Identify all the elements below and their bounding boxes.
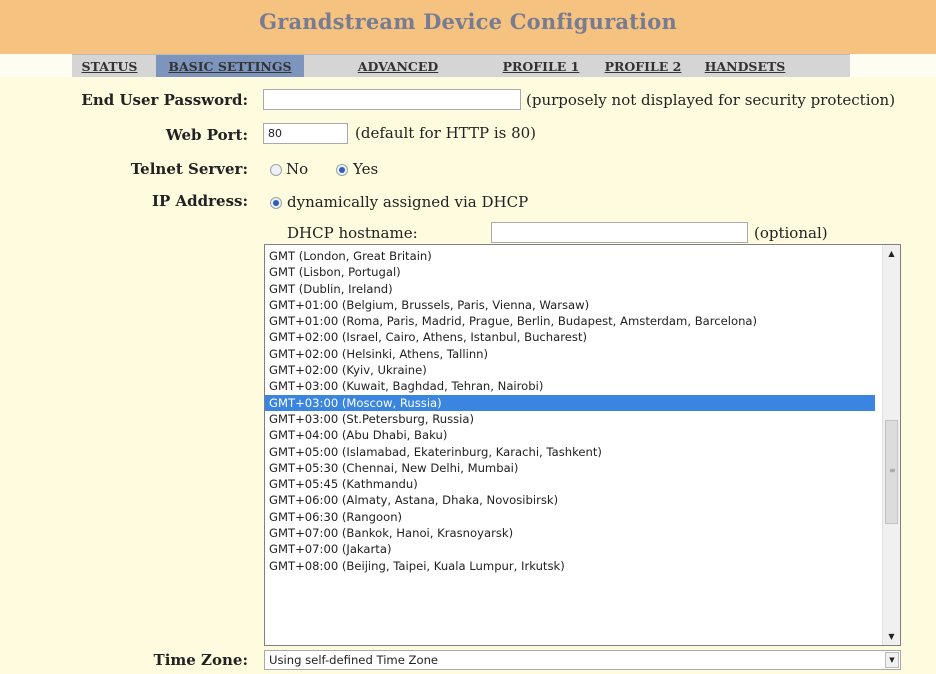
- web-port-note: (default for HTTP is 80): [355, 124, 537, 142]
- time-zone-option[interactable]: GMT+05:00 (Islamabad, Ekaterinburg, Kara…: [265, 444, 875, 460]
- time-zone-option[interactable]: GMT+06:30 (Rangoon): [265, 509, 875, 525]
- telnet-label: Telnet Server:: [130, 160, 248, 178]
- time-zone-option[interactable]: GMT+03:00 (St.Petersburg, Russia): [265, 411, 875, 427]
- telnet-yes-radio[interactable]: [336, 164, 348, 176]
- tab-bar: STATUS BASIC SETTINGS ADVANCED SETTINGS …: [72, 54, 850, 97]
- time-zone-option[interactable]: GMT+02:00 (Israel, Cairo, Athens, Istanb…: [265, 329, 875, 345]
- dhcp-hostname-note: (optional): [754, 224, 828, 242]
- password-label: End User Password:: [81, 91, 248, 109]
- time-zone-selected-value: Using self-defined Time Zone: [269, 653, 439, 667]
- tab-status[interactable]: STATUS: [72, 55, 147, 77]
- down-arrow-icon[interactable]: ▼: [883, 628, 900, 645]
- web-port-label: Web Port:: [165, 126, 248, 144]
- time-zone-option[interactable]: GMT (Dublin, Ireland): [265, 281, 875, 297]
- time-zone-option[interactable]: GMT+06:00 (Almaty, Astana, Dhaka, Novosi…: [265, 492, 875, 508]
- dhcp-hostname-field[interactable]: [491, 222, 748, 243]
- time-zone-option[interactable]: GMT+03:00 (Kuwait, Baghdad, Tehran, Nair…: [265, 378, 875, 394]
- tab-advanced-settings[interactable]: ADVANCED SETTINGS: [324, 55, 472, 97]
- scroll-thumb[interactable]: ≡: [885, 420, 898, 524]
- dhcp-hostname-label: DHCP hostname:: [287, 224, 418, 242]
- tab-basic-settings[interactable]: BASIC SETTINGS: [156, 55, 304, 77]
- time-zone-option[interactable]: GMT (London, Great Britain): [265, 248, 875, 264]
- time-zone-option[interactable]: GMT+01:00 (Belgium, Brussels, Paris, Vie…: [265, 297, 875, 313]
- time-zone-option[interactable]: GMT+04:00 (Abu Dhabi, Baku): [265, 427, 875, 443]
- ip-dhcp-label: dynamically assigned via DHCP: [287, 193, 529, 211]
- time-zone-options: GMT (London, Great Britain) GMT (Lisbon, …: [265, 248, 875, 574]
- time-zone-option[interactable]: GMT+03:00 (Moscow, Russia): [265, 394, 875, 411]
- time-zone-select[interactable]: Using self-defined Time Zone ▼: [264, 650, 901, 670]
- ip-address-label: IP Address:: [151, 192, 248, 210]
- tab-handsets[interactable]: HANDSETS: [700, 55, 790, 77]
- time-zone-option[interactable]: GMT+05:30 (Chennai, New Delhi, Mumbai): [265, 460, 875, 476]
- tab-profile-2[interactable]: PROFILE 2: [598, 55, 688, 77]
- up-arrow-icon[interactable]: ▲: [883, 245, 900, 262]
- time-zone-option[interactable]: GMT (Lisbon, Portugal): [265, 264, 875, 280]
- password-note: (purposely not displayed for security pr…: [526, 91, 896, 109]
- web-port-field[interactable]: 80: [263, 123, 348, 144]
- time-zone-option[interactable]: GMT+07:00 (Jakarta): [265, 541, 875, 557]
- time-zone-option[interactable]: GMT+02:00 (Kyiv, Ukraine): [265, 362, 875, 378]
- time-zone-dropdown-list[interactable]: GMT (London, Great Britain) GMT (Lisbon, …: [264, 244, 901, 646]
- page-header: Grandstream Device Configuration: [0, 0, 936, 54]
- scrollbar[interactable]: ▲ ≡ ▼: [882, 245, 900, 645]
- time-zone-option[interactable]: GMT+05:45 (Kathmandu): [265, 476, 875, 492]
- time-zone-option[interactable]: GMT+08:00 (Beijing, Taipei, Kuala Lumpur…: [265, 558, 875, 574]
- grip-icon: ≡: [889, 466, 896, 475]
- time-zone-option[interactable]: GMT+01:00 (Roma, Paris, Madrid, Prague, …: [265, 313, 875, 329]
- telnet-yes-label: Yes: [353, 160, 379, 178]
- ip-dhcp-radio[interactable]: [270, 197, 282, 209]
- time-zone-option[interactable]: GMT+02:00 (Helsinki, Athens, Tallinn): [265, 346, 875, 362]
- telnet-no-radio[interactable]: [270, 164, 282, 176]
- telnet-no-label: No: [286, 160, 309, 178]
- password-field[interactable]: [263, 89, 521, 110]
- chevron-down-icon[interactable]: ▼: [885, 652, 899, 668]
- time-zone-label: Time Zone:: [153, 651, 248, 669]
- time-zone-option[interactable]: GMT+07:00 (Bankok, Hanoi, Krasnoyarsk): [265, 525, 875, 541]
- tab-profile-1[interactable]: PROFILE 1: [496, 55, 586, 77]
- page-title: Grandstream Device Configuration: [259, 9, 677, 34]
